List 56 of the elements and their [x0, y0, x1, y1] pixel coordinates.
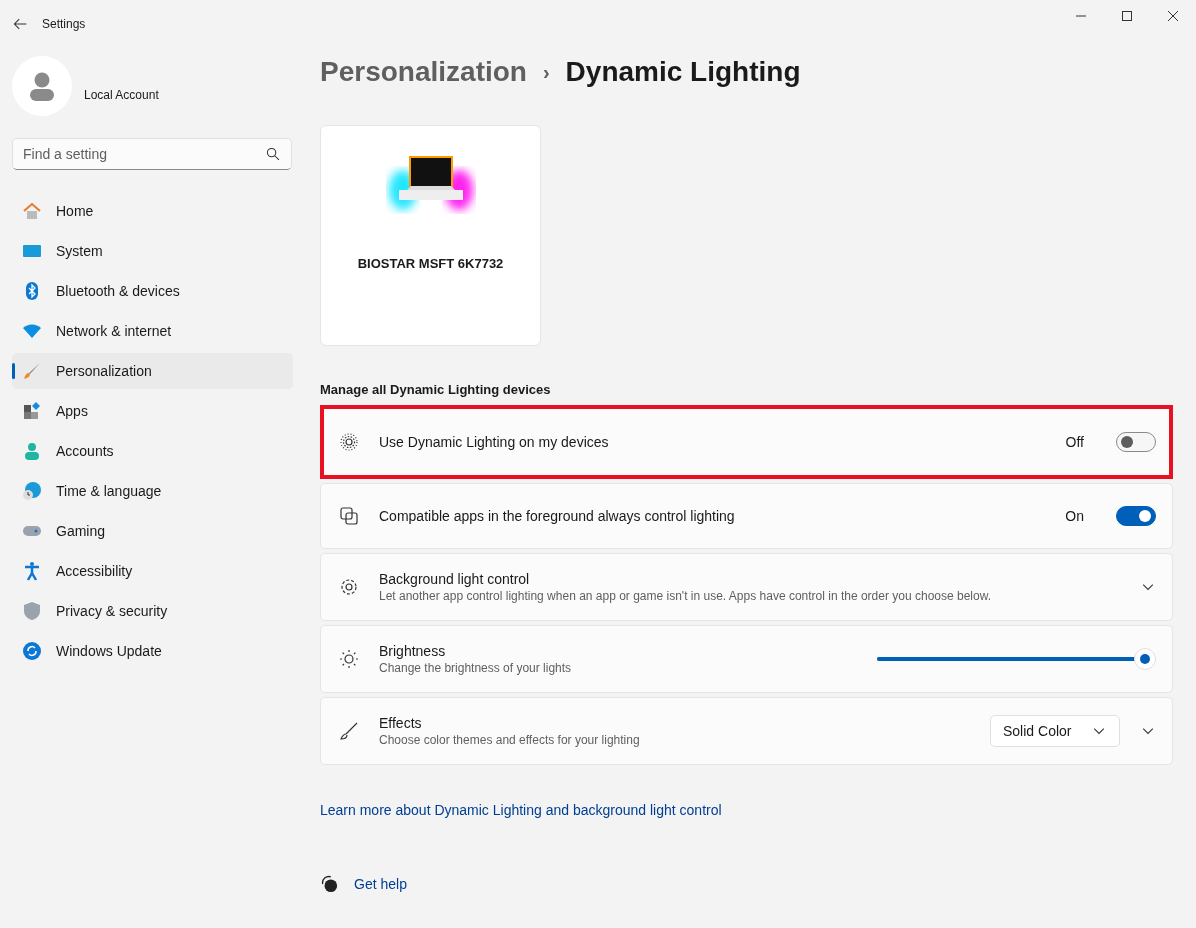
layers-icon	[339, 506, 359, 526]
learn-more-link[interactable]: Learn more about Dynamic Lighting and background light control	[320, 802, 722, 818]
setting-title: Compatible apps in the foreground always control lighting	[379, 508, 736, 524]
home-icon	[22, 201, 42, 221]
setting-description: Let another app control lighting when an app or game isn't in use. Apps have control in the order you choose below.	[379, 589, 993, 603]
brush-icon	[22, 361, 42, 381]
sidebar-item[interactable]: Bluetooth & devices	[12, 273, 293, 309]
accessibility-icon	[22, 561, 42, 581]
window-title: Settings	[42, 17, 86, 31]
toggle-state: Off	[1065, 434, 1084, 450]
sidebar-item[interactable]: Apps	[12, 393, 293, 429]
sidebar-item[interactable]: Privacy & security	[12, 593, 293, 629]
breadcrumb-separator: ›	[542, 60, 550, 84]
sun-icon	[339, 649, 359, 669]
sidebar-item[interactable]: System	[12, 233, 293, 269]
effects-dropdown[interactable]: Solid Color	[990, 715, 1120, 747]
breadcrumb-link[interactable]: Personalization	[320, 56, 527, 88]
toggle-switch[interactable]	[1116, 432, 1156, 452]
person-icon	[27, 71, 57, 101]
slider-thumb[interactable]	[1134, 648, 1156, 670]
brush-icon	[339, 721, 359, 741]
sidebar-item[interactable]: Accounts	[12, 433, 293, 469]
help-icon	[320, 875, 338, 893]
sync-icon	[22, 641, 42, 661]
page-title: Dynamic Lighting	[565, 56, 801, 88]
setting-description: Choose color themes and effects for your lighting	[379, 733, 641, 747]
device-name: BIOSTAR MSFT 6K7732	[357, 256, 504, 271]
device-card[interactable]: BIOSTAR MSFT 6K7732	[320, 125, 541, 346]
setting-title: Use Dynamic Lighting on my devices	[379, 434, 610, 450]
toggle-switch[interactable]	[1116, 506, 1156, 526]
sidebar-item[interactable]: Gaming	[12, 513, 293, 549]
apps-icon	[22, 401, 42, 421]
search-icon	[266, 147, 280, 161]
account-name: Local Account	[84, 88, 159, 102]
sidebar-item[interactable]: Windows Update	[12, 633, 293, 669]
close-icon	[1168, 11, 1178, 21]
get-help-link[interactable]: Get help	[354, 876, 407, 892]
person-icon	[22, 441, 42, 461]
setting-title: Brightness	[379, 643, 447, 659]
setting-title: Effects	[379, 715, 423, 731]
sidebar-item[interactable]: Accessibility	[12, 553, 293, 589]
sidebar-item[interactable]: Personalization	[12, 353, 293, 389]
section-title: Manage all Dynamic Lighting devices	[320, 382, 552, 397]
sidebar-item[interactable]: Home	[12, 193, 293, 229]
toggle-state: On	[1065, 508, 1084, 524]
sidebar-item[interactable]: Network & internet	[12, 313, 293, 349]
lighting-icon	[339, 432, 359, 452]
sidebar-item[interactable]: Time & language	[12, 473, 293, 509]
maximize-icon	[1122, 11, 1132, 21]
globe-clock-icon	[22, 481, 42, 501]
back-arrow-icon[interactable]	[12, 16, 28, 32]
settings-icon	[339, 577, 359, 597]
search-field[interactable]: Find a setting	[12, 138, 292, 170]
shield-icon	[22, 601, 42, 621]
setting-description: Change the brightness of your lights	[379, 661, 573, 675]
setting-title: Background light control	[379, 571, 531, 587]
